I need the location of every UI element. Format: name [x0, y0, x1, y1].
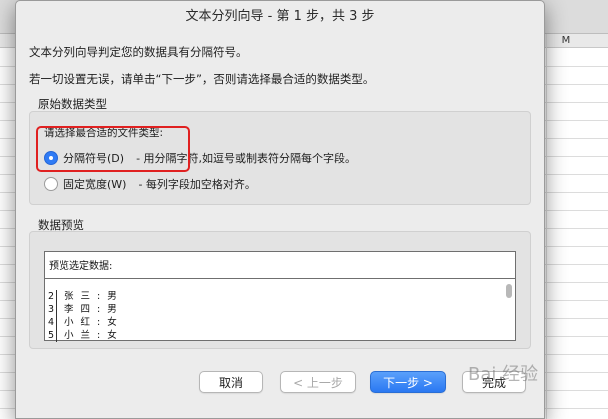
preview-pane[interactable]: 预览选定数据: 2 张 三 : 男 3 李 四 : 男 4 小 红 : 女 5 小 兰 …: [44, 251, 516, 342]
data-preview-group: 预览选定数据: 2 张 三 : 男 3 李 四 : 男 4 小 红 : 女 5 小 兰 …: [29, 231, 531, 349]
fixed-width-description: - 每列字段加空格对齐。: [138, 178, 256, 191]
preview-row-number: 3: [45, 303, 57, 316]
preview-row-number: 4: [45, 316, 57, 329]
text-to-columns-wizard-dialog: 文本分列向导 - 第 1 步，共 3 步 文本分列向导判定您的数据具有分隔符号。…: [15, 0, 545, 419]
radio-button[interactable]: [44, 177, 58, 191]
preview-row-text: 小 兰 : 女: [64, 330, 119, 341]
preview-row-text: 李 四 : 男: [64, 304, 119, 315]
intro-text-1: 文本分列向导判定您的数据具有分隔符号。: [29, 45, 248, 59]
preview-scrollbar[interactable]: [506, 284, 512, 298]
intro-text-2: 若一切设置无误，请单击“下一步”，否则请选择最合适的数据类型。: [29, 72, 375, 86]
preview-row-text: 张 三 : 男: [64, 291, 119, 302]
preview-row-number: 5: [45, 329, 57, 342]
preview-row-text: 小 红 : 女: [64, 317, 119, 328]
fixed-width-option[interactable]: 固定宽度(W) - 每列字段加空格对齐。: [44, 176, 256, 192]
original-data-type-title: 原始数据类型: [38, 97, 107, 111]
preview-row: 5 小 兰 : 女: [45, 329, 503, 342]
grid-line: [546, 34, 547, 419]
preview-row: 2 张 三 : 男: [45, 290, 503, 303]
cancel-button[interactable]: 取消: [199, 371, 263, 393]
back-button[interactable]: < 上一步: [280, 371, 356, 393]
fixed-width-label[interactable]: 固定宽度(W): [63, 176, 126, 192]
red-highlight-annotation: [36, 126, 190, 172]
preview-header: 预览选定数据:: [45, 252, 515, 279]
watermark-text: Bai 经验: [468, 364, 539, 385]
next-button[interactable]: 下一步 >: [370, 371, 446, 393]
preview-row-number: 2: [45, 290, 57, 303]
dialog-title: 文本分列向导 - 第 1 步，共 3 步: [185, 9, 375, 24]
preview-row: 3 李 四 : 男: [45, 303, 503, 316]
preview-row: 4 小 红 : 女: [45, 316, 503, 329]
